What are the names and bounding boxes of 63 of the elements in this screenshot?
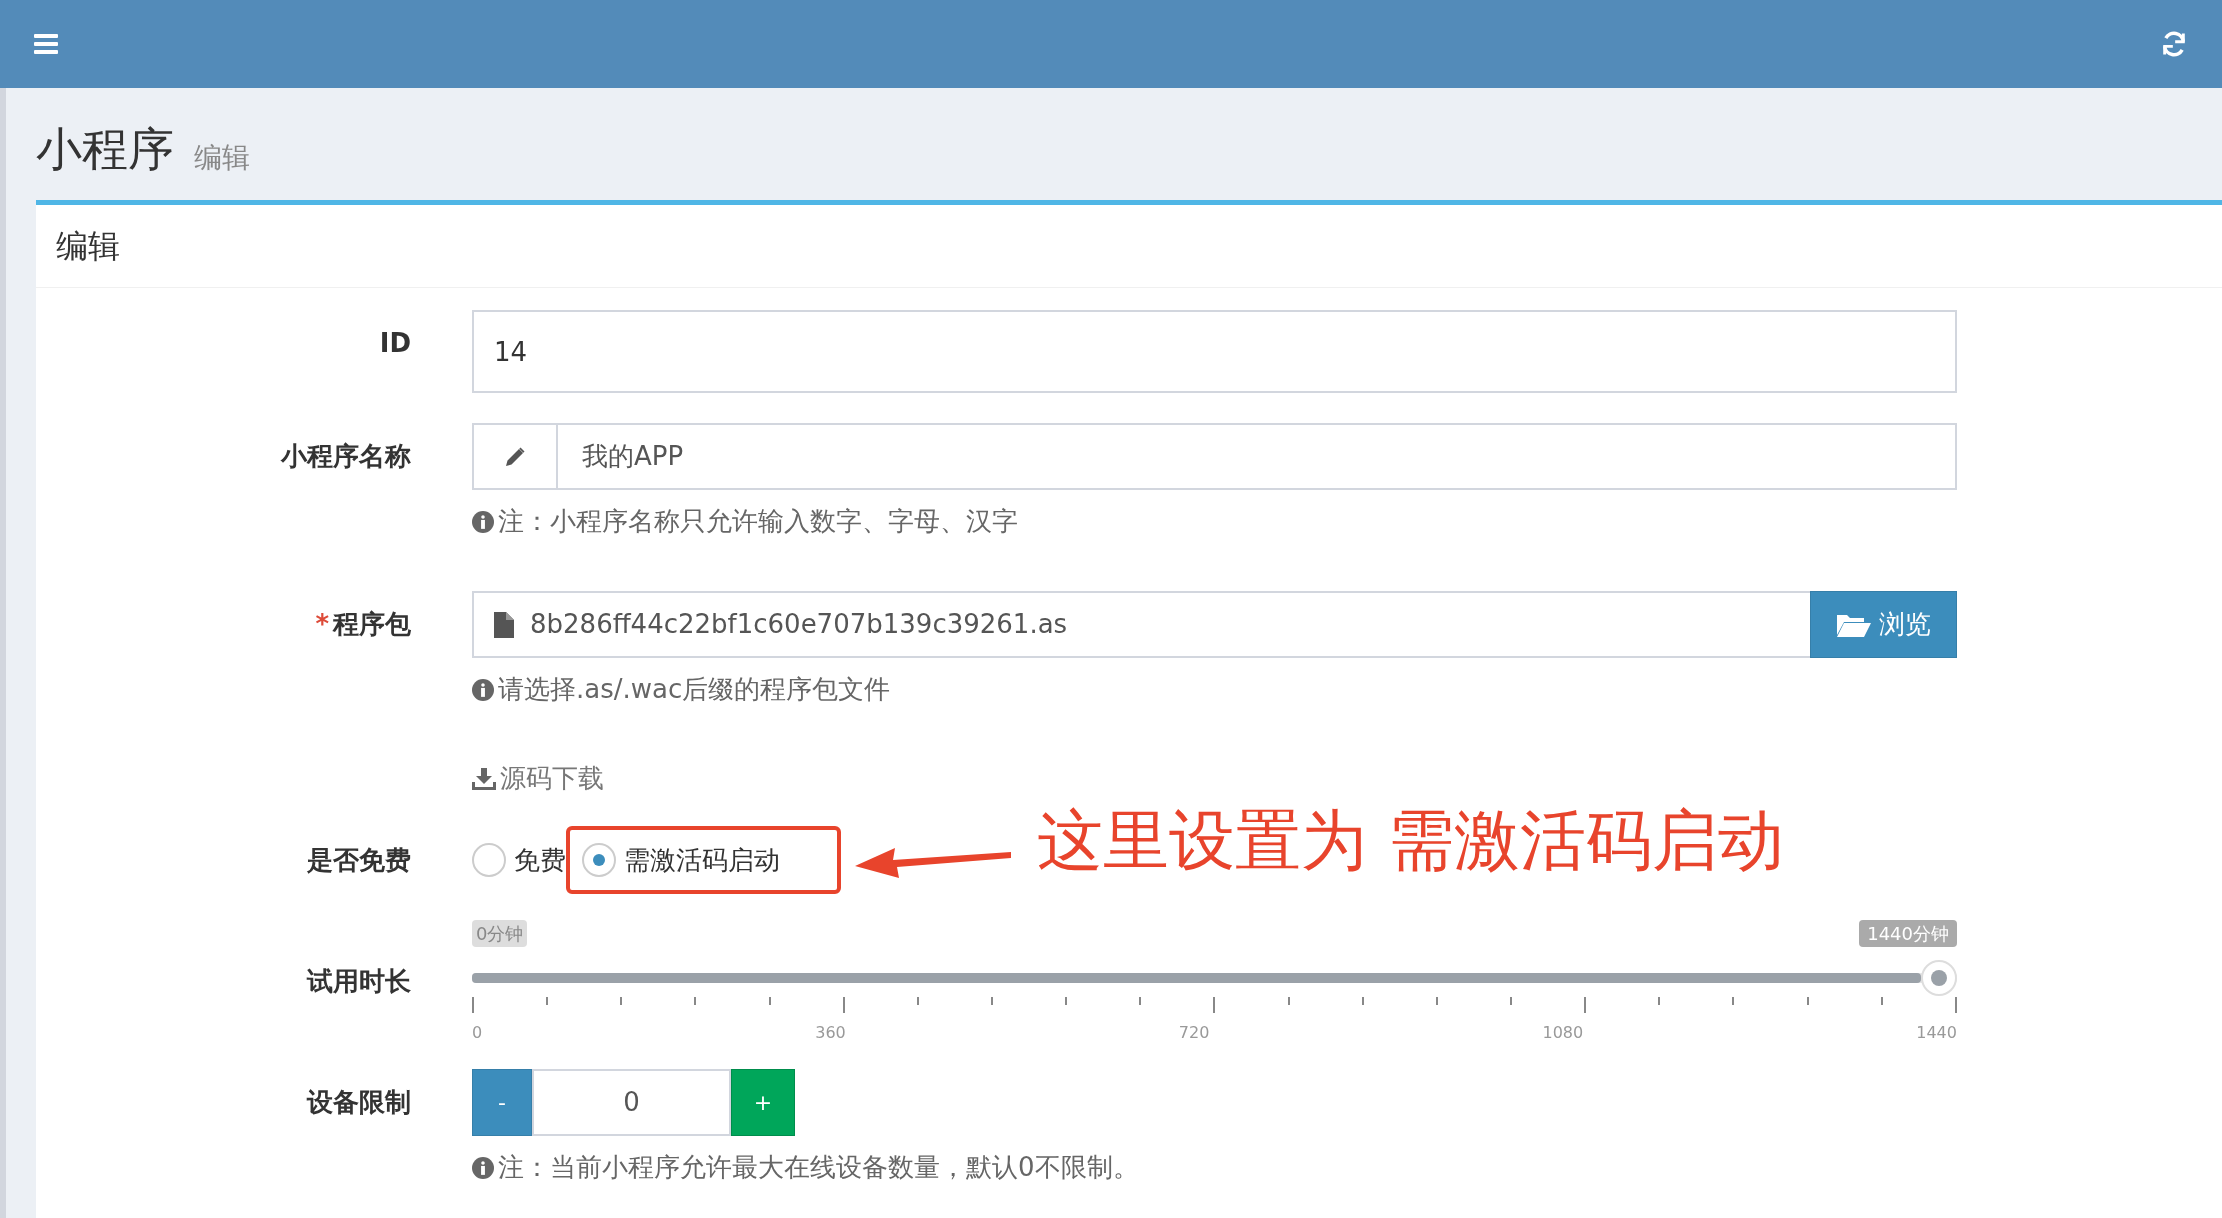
tick-mark (1880, 997, 1883, 1005)
tick-mark (1584, 997, 1587, 1013)
field-label: 试用时长 (307, 964, 411, 998)
tick-mark (842, 997, 845, 1013)
field-label: 设备限制 (307, 1085, 411, 1119)
field-label: ID (379, 326, 411, 360)
page-subtitle: 编辑 (194, 144, 250, 172)
tick-mark (1213, 997, 1216, 1013)
page-title: 小程序 (36, 126, 174, 172)
number-field[interactable]: 0 (532, 1069, 731, 1136)
tick-mark (694, 997, 697, 1005)
name-field[interactable]: 我的APP (558, 423, 1957, 490)
tick-mark (768, 997, 771, 1005)
tick-mark (1435, 997, 1438, 1005)
tick-mark (472, 997, 474, 1013)
help-text: 请选择.as/.wac后缀的程序包文件 (498, 673, 891, 706)
info-icon (472, 510, 494, 533)
menu-icon[interactable] (34, 34, 58, 54)
field-label: 程序包 (333, 607, 411, 641)
download-link[interactable]: 源码下载 (472, 759, 604, 798)
tick-label: 360 (815, 1022, 846, 1044)
required-mark: * (315, 607, 329, 641)
tick-mark (916, 997, 919, 1005)
refresh-icon[interactable] (2160, 30, 2188, 58)
decrement-button[interactable]: - (472, 1069, 532, 1136)
file-name: 8b286ff44c22bf1c60e707b139c39261.as (530, 608, 1068, 641)
field-label: 是否免费 (307, 843, 411, 877)
slider-handle[interactable] (1921, 960, 1957, 996)
file-field[interactable]: 8b286ff44c22bf1c60e707b139c39261.as (472, 591, 1810, 658)
id-field[interactable]: 14 (472, 310, 1957, 393)
tick-mark (991, 997, 993, 1005)
tick-mark (1287, 997, 1290, 1005)
tick-label: 0 (472, 1022, 483, 1044)
tick-label: 720 (1178, 1022, 1210, 1044)
tick-label: 1080 (1542, 1022, 1584, 1044)
browse-button[interactable]: 浏览 (1810, 591, 1957, 658)
max-value-tag: 1440分钟 (1859, 920, 1957, 947)
file-icon (494, 611, 514, 638)
folder-icon (1836, 612, 1871, 637)
radio-button[interactable] (472, 843, 506, 877)
radio-option[interactable]: 需激活码启动 (566, 826, 841, 894)
tick-mark (1509, 997, 1512, 1005)
tick-mark (1139, 997, 1142, 1005)
help-text: 注：当前小程序允许最大在线设备数量，默认0不限制。 (498, 1151, 1139, 1184)
help-text: 注：小程序名称只允许输入数字、字母、汉字 (498, 505, 1018, 538)
field-label: 小程序名称 (281, 439, 411, 473)
tick-mark (1806, 997, 1809, 1005)
tick-mark (1658, 997, 1661, 1005)
tick-mark (1732, 997, 1735, 1005)
download-icon (472, 767, 496, 790)
radio-button[interactable] (582, 843, 616, 877)
info-icon (472, 678, 494, 701)
info-icon (472, 1156, 494, 1179)
min-value-tag: 0分钟 (472, 920, 528, 947)
tick-mark (546, 997, 549, 1005)
tick-mark (1065, 997, 1068, 1005)
card-title: 编辑 (56, 226, 120, 267)
radio-option[interactable]: 免费 (472, 826, 566, 894)
tick-mark (1954, 997, 1957, 1013)
tick-mark (1361, 997, 1364, 1005)
tick-mark (620, 997, 623, 1005)
annotation-text: 这里设置为 需激活码启动 (1037, 800, 1784, 881)
tick-label: 1440 (1916, 1022, 1957, 1044)
